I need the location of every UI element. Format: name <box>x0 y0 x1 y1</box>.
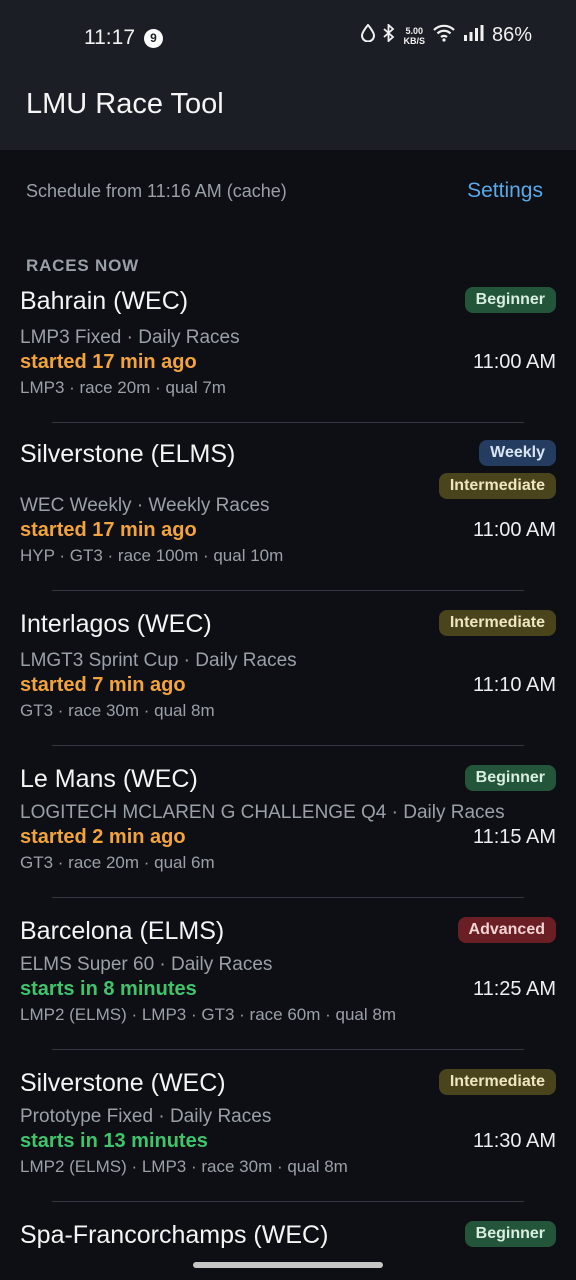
water-drop-icon <box>361 23 376 47</box>
speed-unit: KB/S <box>403 35 425 46</box>
race-name: Bahrain (WEC) <box>20 287 189 315</box>
race-start-status: started 17 min ago <box>20 351 197 373</box>
race-start-row: started 2 min ago 11:15 AM <box>20 826 556 849</box>
wifi-icon <box>432 24 456 47</box>
race-details: HYP · GT3 · race 100m · qual 10m <box>20 546 284 565</box>
race-card-header: Barcelona (ELMS) Advanced <box>20 915 556 951</box>
speed-value: 5.00 <box>405 25 423 36</box>
race-card-header: Le Mans (WEC) Beginner <box>20 763 556 799</box>
race-name: Spa-Francorchamps (WEC) <box>20 1221 329 1249</box>
race-series: LMP3 Fixed · Daily Races <box>20 327 240 348</box>
signal-icon <box>463 24 485 47</box>
race-card-header: Silverstone (ELMS) Weekly Intermediate <box>20 438 556 499</box>
race-details: LMP3 · race 20m · qual 7m <box>20 378 226 397</box>
race-start-status: starts in 8 minutes <box>20 978 197 1000</box>
race-start-time: 11:00 AM <box>472 351 556 373</box>
settings-link[interactable]: Settings <box>467 179 543 203</box>
intermediate-badge: Intermediate <box>438 473 556 499</box>
race-series: LOGITECH MCLAREN G CHALLENGE Q4 · Daily … <box>20 802 505 823</box>
battery-level: 86% <box>491 24 532 46</box>
race-series: LMGT3 Sprint Cup · Daily Races <box>20 650 297 671</box>
race-details: GT3 · race 30m · qual 8m <box>20 701 215 720</box>
race-name: Silverstone (WEC) <box>20 1069 226 1097</box>
race-card[interactable]: Bahrain (WEC) Beginner LMP3 Fixed · Daily … <box>0 285 576 422</box>
status-icons: 5.00 KB/S 86% <box>361 22 532 47</box>
race-start-row: started 17 min ago 11:00 AM <box>20 519 556 542</box>
beginner-badge: Beginner <box>464 765 556 791</box>
race-start-status: starts in 13 minutes <box>20 1130 208 1152</box>
race-details: GT3 · race 20m · qual 6m <box>20 853 215 872</box>
race-name: Interlagos (WEC) <box>20 610 212 638</box>
beginner-badge: Beginner <box>464 1221 556 1247</box>
intermediate-badge: Intermediate <box>438 610 556 636</box>
race-badges: Beginner <box>464 765 556 791</box>
race-details: LMP2 (ELMS) · LMP3 · GT3 · race 60m · qu… <box>20 1005 396 1024</box>
race-card[interactable]: Le Mans (WEC) Beginner LOGITECH MCLAREN G … <box>0 745 576 897</box>
race-badges: Intermediate <box>438 610 556 636</box>
race-start-row: started 17 min ago 11:00 AM <box>20 351 556 374</box>
race-details: LMP2 (ELMS) · LMP3 · race 30m · qual 8m <box>20 1157 348 1176</box>
race-card[interactable]: Silverstone (WEC) Intermediate Prototype F… <box>0 1049 576 1201</box>
section-title: RACES NOW <box>26 256 139 275</box>
race-badges: Advanced <box>457 917 556 943</box>
network-speed: 5.00 KB/S <box>403 26 425 46</box>
race-badges: Beginner <box>464 1221 556 1247</box>
gesture-nav-handle[interactable] <box>193 1262 383 1268</box>
race-card[interactable]: Barcelona (ELMS) Advanced ELMS Super 60 · … <box>0 897 576 1049</box>
race-start-time: 11:10 AM <box>472 674 556 696</box>
race-start-row: starts in 13 minutes 11:30 AM <box>20 1130 556 1153</box>
race-badges: Beginner <box>464 287 556 313</box>
race-start-time: 11:30 AM <box>472 1130 556 1152</box>
race-start-time: 11:15 AM <box>472 826 556 848</box>
bluetooth-icon <box>382 22 396 47</box>
race-name: Le Mans (WEC) <box>20 765 198 793</box>
race-card[interactable]: Silverstone (ELMS) Weekly Intermediate WEC … <box>0 422 576 590</box>
race-name: Silverstone (ELMS) <box>20 440 236 468</box>
race-series: ELMS Super 60 · Daily Races <box>20 954 273 975</box>
app-bar: LMU Race Tool <box>0 78 576 150</box>
race-badges: Weekly Intermediate <box>438 440 556 499</box>
race-card-header: Bahrain (WEC) Beginner <box>20 285 556 321</box>
race-badges: Intermediate <box>438 1069 556 1095</box>
race-start-row: starts in 8 minutes 11:25 AM <box>20 978 556 1001</box>
race-series: Prototype Fixed · Daily Races <box>20 1106 272 1127</box>
race-card-header: Spa-Francorchamps (WEC) Beginner <box>20 1219 556 1250</box>
notification-badge: 9 <box>144 29 163 48</box>
race-start-row: started 7 min ago 11:10 AM <box>20 674 556 697</box>
race-card-header: Interlagos (WEC) Intermediate <box>20 608 556 644</box>
race-card-header: Silverstone (WEC) Intermediate <box>20 1067 556 1103</box>
race-list: Bahrain (WEC) Beginner LMP3 Fixed · Daily … <box>0 285 576 1250</box>
intermediate-badge: Intermediate <box>438 1069 556 1095</box>
race-start-time: 11:25 AM <box>472 978 556 1000</box>
schedule-status: Schedule from 11:16 AM (cache) <box>26 181 287 201</box>
main-content[interactable]: Schedule from 11:16 AM (cache) Settings … <box>0 150 576 1250</box>
advanced-badge: Advanced <box>457 917 556 943</box>
status-bar: 11:17 9 5.00 KB/S 86% <box>0 0 576 78</box>
race-start-status: started 7 min ago <box>20 674 186 696</box>
race-start-time: 11:00 AM <box>472 519 556 541</box>
race-start-status: started 2 min ago <box>20 826 186 848</box>
weekly-badge: Weekly <box>479 440 556 466</box>
race-card[interactable]: Spa-Francorchamps (WEC) Beginner <box>0 1201 576 1250</box>
race-start-status: started 17 min ago <box>20 519 197 541</box>
app-title: LMU Race Tool <box>26 88 224 120</box>
race-card[interactable]: Interlagos (WEC) Intermediate LMGT3 Sprint… <box>0 590 576 745</box>
race-name: Barcelona (ELMS) <box>20 917 225 945</box>
beginner-badge: Beginner <box>464 287 556 313</box>
clock: 11:17 <box>84 26 135 49</box>
